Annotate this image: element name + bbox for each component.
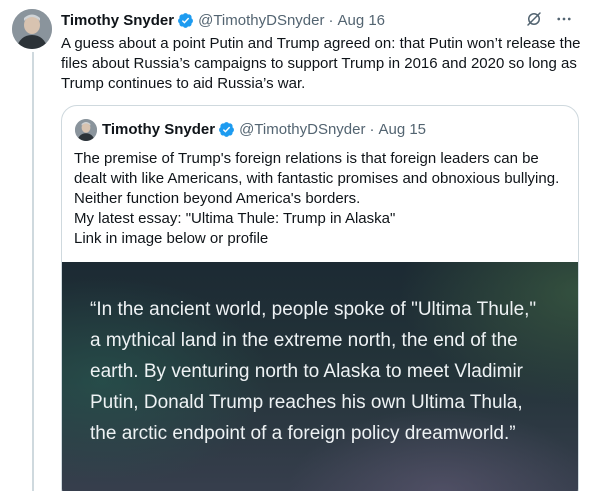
- verified-badge-icon: [178, 12, 194, 28]
- quoted-tweet-date: Aug 15: [378, 120, 427, 138]
- tweet-date[interactable]: Aug 16: [337, 12, 385, 29]
- quoted-text-line: Link in image below or profile: [74, 230, 269, 247]
- quoted-author-name: Timothy Snyder: [102, 120, 216, 138]
- image-quote-text: “In the ancient world, people spoke of "…: [90, 299, 537, 444]
- author-avatar[interactable]: [12, 9, 52, 49]
- quoted-avatar-image-icon: [75, 119, 97, 141]
- separator-dot: ·: [328, 11, 334, 29]
- quoted-text-line: The premise of Trump's foreign relations…: [74, 150, 560, 207]
- quoted-tweet-card[interactable]: Timothy Snyder @TimothyDSnyder · Aug 15 …: [61, 105, 579, 491]
- quoted-tweet-text: The premise of Trump's foreign relations…: [74, 149, 570, 249]
- quoted-author-handle: @TimothyDSnyder: [239, 120, 366, 138]
- quoted-author-avatar: [75, 119, 97, 141]
- separator-dot: ·: [369, 120, 375, 138]
- avatar-image-icon: [12, 9, 52, 49]
- quoted-text-line: My latest essay: "Ultima Thule: Trump in…: [74, 210, 396, 227]
- grok-icon[interactable]: [525, 10, 543, 28]
- tweet-text: A guess about a point Putin and Trump ag…: [61, 35, 581, 92]
- thread-connector-line: [32, 52, 34, 491]
- tweet-header: Timothy Snyder @TimothyDSnyder · Aug 16: [61, 10, 385, 30]
- quoted-tweet-image[interactable]: “In the ancient world, people spoke of "…: [62, 262, 578, 491]
- author-handle[interactable]: @TimothyDSnyder: [198, 12, 324, 29]
- verified-badge-icon: [219, 121, 235, 137]
- tweet-actions-top: [525, 10, 573, 28]
- more-icon[interactable]: [555, 10, 573, 28]
- quoted-tweet-header: Timothy Snyder @TimothyDSnyder · Aug 15: [102, 119, 426, 139]
- author-name[interactable]: Timothy Snyder: [61, 12, 174, 29]
